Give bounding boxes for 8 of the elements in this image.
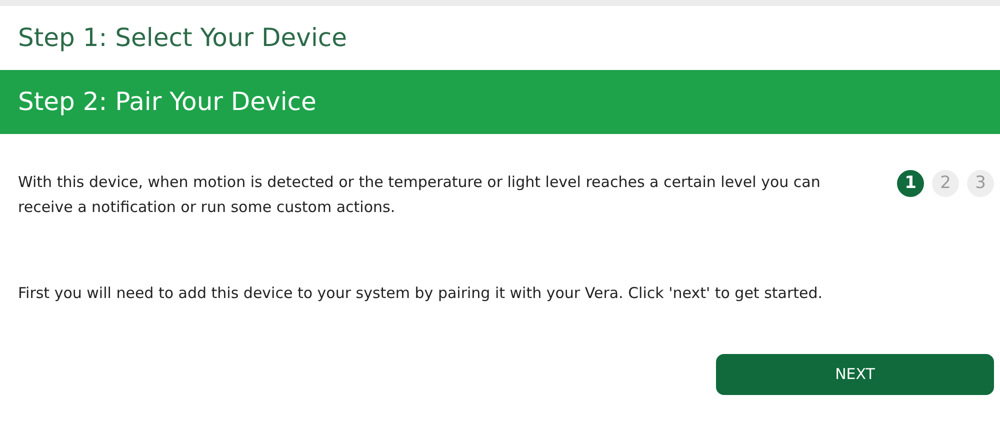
instruction-text: First you will need to add this device to your system by pairing it with your Vera. Click 'next' to get started. (17, 283, 824, 304)
description-text: With this device, when motion is detected or the temperature or light level reaches a certain level you can receive a notification or run some custom actions. (18, 172, 822, 218)
step-indicator: 1 (897, 170, 924, 197)
next-button[interactable]: NEXT (716, 354, 994, 395)
step-header[interactable]: Step 2: Pair Your Device (0, 70, 1000, 134)
step-indicator: 3 (967, 170, 994, 197)
step-header[interactable]: Step 1: Select Your Device (0, 6, 1000, 70)
step-indicator: 2 (932, 170, 959, 197)
